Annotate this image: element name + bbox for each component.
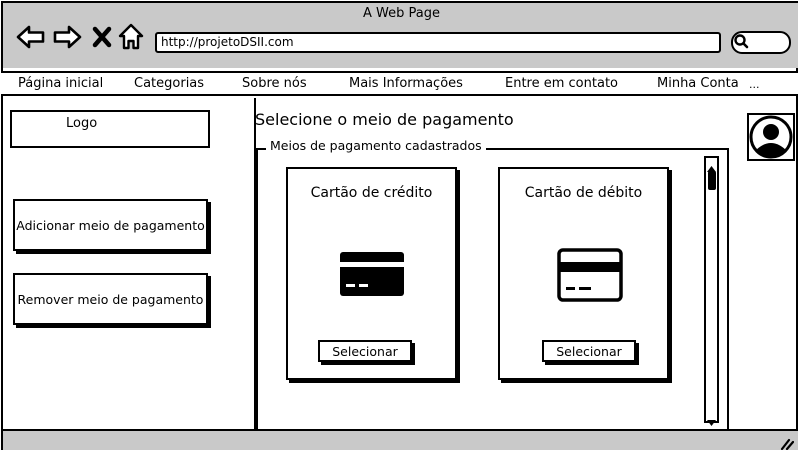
page-title: Selecione o meio de pagamento <box>255 110 514 129</box>
menu-item-categorias[interactable]: Categorias <box>134 76 204 91</box>
back-arrow-icon <box>16 25 45 49</box>
forward-arrow-icon <box>53 25 82 49</box>
search-icon[interactable] <box>733 33 749 53</box>
payment-methods-group-label: Meios de pagamento cadastrados <box>266 138 486 153</box>
debit-card-title: Cartão de débito <box>524 185 643 201</box>
home-button[interactable] <box>118 23 144 51</box>
user-avatar-icon[interactable] <box>747 113 795 161</box>
stop-button[interactable] <box>92 26 112 48</box>
select-credit-card-label: Selecionar <box>332 343 398 359</box>
menu-item-mais-informacoes[interactable]: Mais Informações <box>349 76 463 91</box>
credit-card-icon <box>340 252 404 300</box>
scrollbar-thumb[interactable] <box>708 171 716 190</box>
remove-payment-method-button[interactable]: Remover meio de pagamento <box>13 273 208 325</box>
home-icon <box>118 23 144 50</box>
vertical-scrollbar[interactable] <box>704 156 719 423</box>
resize-grip-icon[interactable] <box>780 435 795 454</box>
select-credit-card-button[interactable]: Selecionar <box>318 340 412 362</box>
window-title: A Web Page <box>363 6 440 21</box>
close-icon <box>92 26 112 48</box>
menu-item-more[interactable]: ... <box>749 78 760 91</box>
add-payment-method-label: Adicionar meio de pagamento <box>16 217 205 233</box>
logo-label: Logo <box>66 116 98 131</box>
debit-card-icon <box>557 248 623 306</box>
browser-status-bar <box>3 429 798 450</box>
url-input[interactable]: http://projetoDSII.com <box>155 32 721 53</box>
credit-card-title: Cartão de crédito <box>310 185 433 201</box>
menu-item-pagina-inicial[interactable]: Página inicial <box>18 76 103 91</box>
add-payment-method-button[interactable]: Adicionar meio de pagamento <box>13 199 208 251</box>
back-button[interactable] <box>16 24 46 50</box>
remove-payment-method-label: Remover meio de pagamento <box>17 291 204 307</box>
menu-item-minha-conta[interactable]: Minha Conta <box>657 76 739 91</box>
menu-item-sobre-nos[interactable]: Sobre nós <box>242 76 307 91</box>
select-debit-card-label: Selecionar <box>556 343 622 359</box>
menu-item-entre-em-contato[interactable]: Entre em contato <box>505 76 618 91</box>
select-debit-card-button[interactable]: Selecionar <box>542 340 636 362</box>
forward-button[interactable] <box>52 24 82 50</box>
logo-box <box>10 110 210 148</box>
